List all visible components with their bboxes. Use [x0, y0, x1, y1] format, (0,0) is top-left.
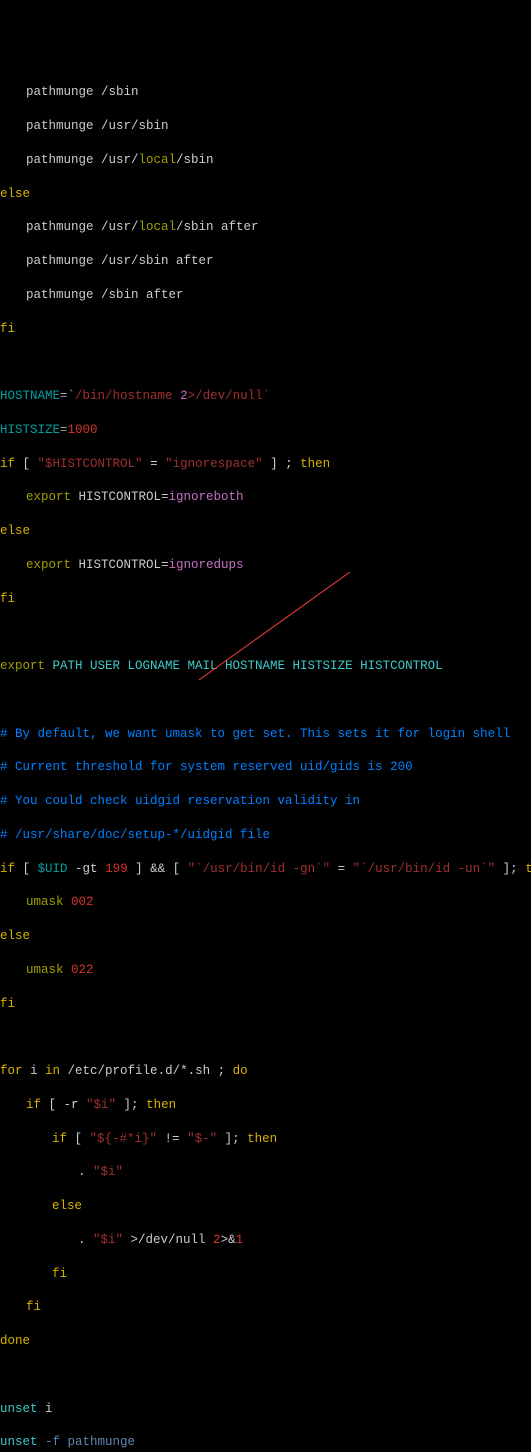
- code-line: if [ "$HISTCONTROL" = "ignorespace" ] ; …: [0, 456, 531, 473]
- blank-line: [0, 624, 531, 641]
- code-line: fi: [0, 591, 531, 608]
- blank-line: [0, 692, 531, 709]
- code-line: if [ $UID -gt 199 ] && [ "`/usr/bin/id -…: [0, 861, 531, 878]
- code-line: umask 002: [0, 894, 531, 911]
- code-line: HOSTNAME=`/bin/hostname 2>/dev/null`: [0, 388, 531, 405]
- comment-line: # By default, we want umask to get set. …: [0, 726, 531, 743]
- code-line: unset -f pathmunge: [0, 1434, 531, 1451]
- blank-line: [0, 1029, 531, 1046]
- comment-line: # You could check uidgid reservation val…: [0, 793, 531, 810]
- code-line: pathmunge /usr/local/sbin: [0, 152, 531, 169]
- code-line: pathmunge /sbin: [0, 84, 531, 101]
- code-line: else: [0, 523, 531, 540]
- code-line: umask 022: [0, 962, 531, 979]
- code-line: if [ "${-#*i}" != "$-" ]; then: [0, 1131, 531, 1148]
- code-line: pathmunge /usr/sbin after: [0, 253, 531, 270]
- code-line: export HISTCONTROL=ignoreboth: [0, 489, 531, 506]
- code-line: HISTSIZE=1000: [0, 422, 531, 439]
- code-line: fi: [0, 996, 531, 1013]
- code-line: else: [0, 1198, 531, 1215]
- code-line: fi: [0, 1266, 531, 1283]
- code-line: if [ -r "$i" ]; then: [0, 1097, 531, 1114]
- comment-line: # Current threshold for system reserved …: [0, 759, 531, 776]
- code-line: else: [0, 928, 531, 945]
- code-line: else: [0, 186, 531, 203]
- code-line: . "$i" >/dev/null 2>&1: [0, 1232, 531, 1249]
- code-line: export HISTCONTROL=ignoredups: [0, 557, 531, 574]
- code-line: . "$i": [0, 1164, 531, 1181]
- code-line: pathmunge /usr/local/sbin after: [0, 219, 531, 236]
- code-line: unset i: [0, 1401, 531, 1418]
- code-line: export PATH USER LOGNAME MAIL HOSTNAME H…: [0, 658, 531, 675]
- code-editor[interactable]: pathmunge /sbin pathmunge /usr/sbin path…: [0, 68, 531, 1452]
- code-line: pathmunge /usr/sbin: [0, 118, 531, 135]
- blank-line: [0, 354, 531, 371]
- code-line: fi: [0, 321, 531, 338]
- blank-line: [0, 1367, 531, 1384]
- code-line: done: [0, 1333, 531, 1350]
- code-line: pathmunge /sbin after: [0, 287, 531, 304]
- code-line: for i in /etc/profile.d/*.sh ; do: [0, 1063, 531, 1080]
- code-line: fi: [0, 1299, 531, 1316]
- comment-line: # /usr/share/doc/setup-*/uidgid file: [0, 827, 531, 844]
